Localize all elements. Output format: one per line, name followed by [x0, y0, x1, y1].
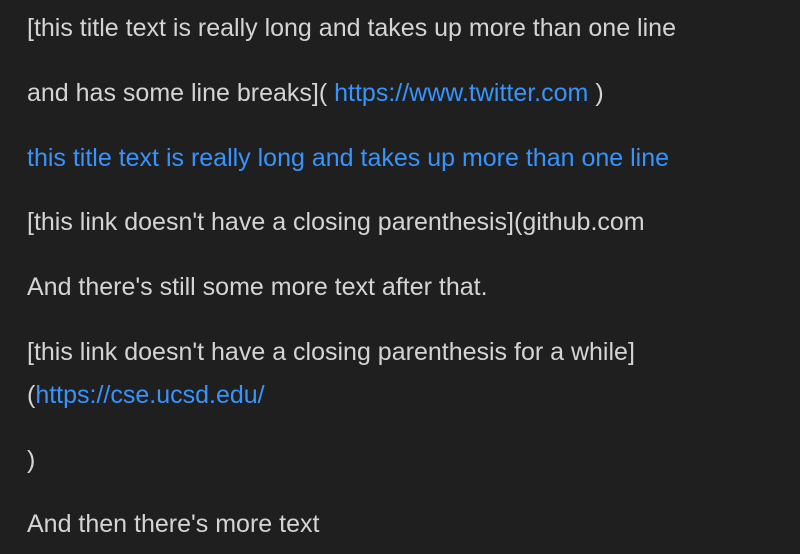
paragraph-line: [this link doesn't have a closing parent… [27, 207, 645, 237]
plain-text: and has some line breaks]( [27, 79, 328, 107]
title-text-link[interactable]: this title text is really long and takes… [27, 144, 669, 172]
paragraph-line: And then there's more text [27, 509, 319, 539]
markdown-preview: [this title text is really long and take… [0, 0, 800, 554]
paragraph-line: [this link doesn't have a closing parent… [27, 337, 635, 367]
paragraph-line: And there's still some more text after t… [27, 272, 488, 302]
plain-text: [this link doesn't have a closing parent… [27, 338, 635, 366]
paragraph-line: (https://cse.ucsd.edu/ [27, 380, 265, 410]
paragraph-line: [this title text is really long and take… [27, 13, 676, 43]
cse-ucsd-link[interactable]: https://cse.ucsd.edu/ [35, 381, 264, 409]
paragraph-line: this title text is really long and takes… [27, 143, 669, 173]
plain-text: And then there's more text [27, 510, 320, 538]
twitter-link[interactable]: https://www.twitter.com [334, 79, 588, 107]
plain-text: [this link doesn't have a closing parent… [27, 208, 645, 236]
paragraph-line: ) [27, 445, 35, 475]
plain-text: [this title text is really long and take… [27, 14, 676, 42]
plain-text: ) [595, 79, 604, 107]
plain-text: ) [27, 446, 36, 474]
plain-text: And there's still some more text after t… [27, 273, 488, 301]
paragraph-line: and has some line breaks]( https://www.t… [27, 78, 604, 108]
